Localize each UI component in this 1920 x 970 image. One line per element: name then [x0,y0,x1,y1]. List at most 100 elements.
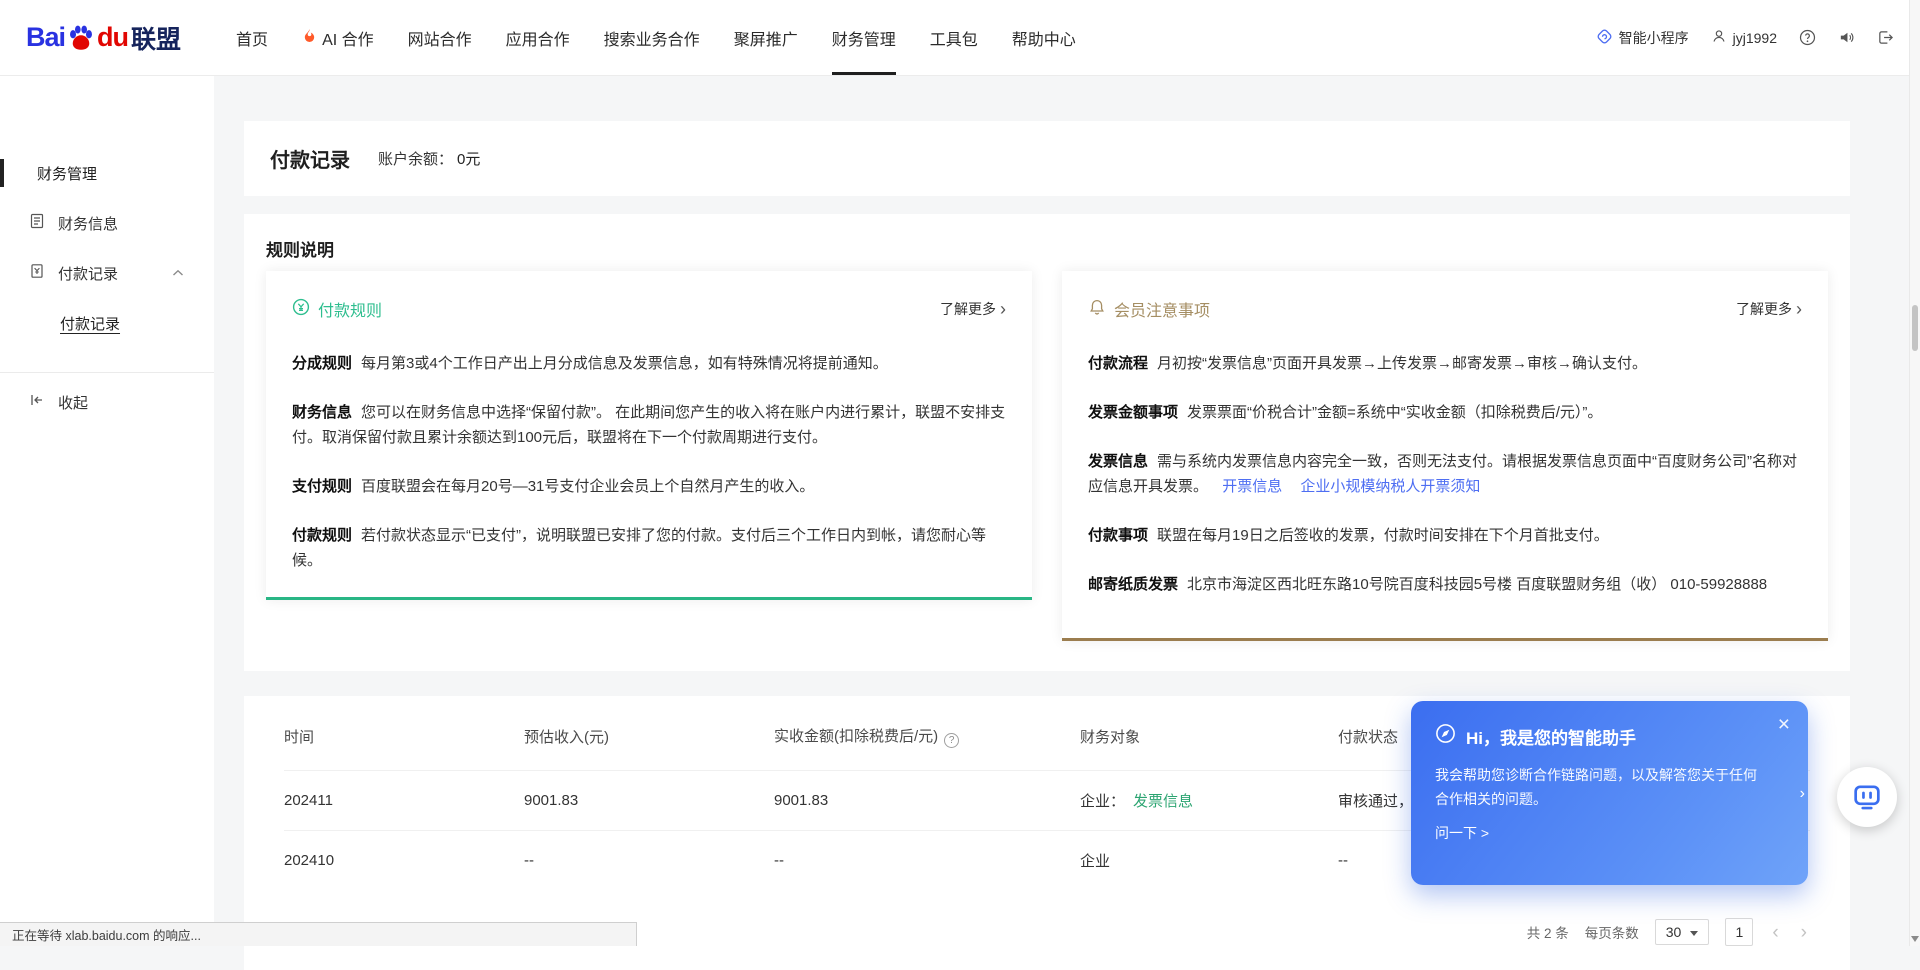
sidebar: 财务管理 财务信息 付款记录 付款记录 收起 [0,76,214,946]
nav-item-toolkit[interactable]: 工具包 [913,0,995,75]
page-number-button[interactable]: 1 [1725,918,1753,946]
cell-estimated: -- [524,830,774,890]
nav-item-search-cooperation[interactable]: 搜索业务合作 [587,0,717,75]
assistant-message: 我会帮助您诊断合作链路问题，以及解答您关于任何合作相关的问题。 [1435,763,1784,811]
rule-item: 支付规则百度联盟会在每月20号—31号支付企业会员上个自然月产生的收入。 [292,474,1006,499]
question-circle-icon[interactable] [944,733,959,748]
cell-entity: 企业 [1080,830,1338,890]
user-account[interactable]: jyj1992 [1711,28,1777,47]
chevron-right-icon [1792,300,1802,318]
nav-item-app-cooperation[interactable]: 应用合作 [489,0,587,75]
speaker-icon[interactable] [1838,29,1855,46]
close-icon[interactable] [1778,713,1790,737]
cell-estimated: 9001.83 [524,770,774,830]
sidebar-item-finance-info[interactable]: 财务信息 [0,198,214,248]
vertical-scrollbar[interactable] [1909,0,1920,946]
sidebar-item-finance-management[interactable]: 财务管理 [0,148,214,198]
baidu-union-logo[interactable]: Bai du 联盟 [26,20,181,56]
page-size-select[interactable]: 30 [1655,919,1710,945]
logo-text-du: du [97,22,128,53]
smart-miniprogram-link[interactable]: 智能小程序 [1596,28,1689,48]
nav-label: 应用合作 [506,26,570,50]
rule-item: 发票信息需与系统内发票信息内容完全一致，否则无法支付。请根据发票信息页面中“百度… [1088,449,1802,499]
nav-label: 工具包 [930,26,978,50]
learn-more-label: 了解更多 [940,299,996,319]
learn-more-link[interactable]: 了解更多 [1736,299,1802,319]
cell-time: 202410 [284,830,524,890]
rules-section-title: 规则说明 [266,236,1828,261]
chevron-down-icon [1690,931,1698,936]
cell-time: 202411 [284,770,524,830]
nav-label: 聚屏推广 [734,26,798,50]
compass-icon [1435,723,1456,749]
rule-item: 邮寄纸质发票北京市海淀区西北旺东路10号院百度科技园5号楼 百度联盟财务组（收）… [1088,572,1802,597]
main-nav: 首页 AI 合作 网站合作 应用合作 搜索业务合作 聚屏推广 财务管理 工具包 … [219,0,1093,75]
next-page-button[interactable] [1798,923,1810,942]
page-header-card: 付款记录 账户余额： 0元 [244,121,1850,196]
assistant-title: Hi，我是您的智能助手 [1466,724,1636,749]
col-time: 时间 [284,704,524,770]
per-page-label: 每页条数 [1585,922,1639,942]
status-text: 正在等待 xlab.baidu.com 的响应... [12,925,201,944]
col-actual-amount: 实收金额(扣除税费后/元) [774,704,1080,770]
finance-info-icon [29,213,45,233]
small-taxpayer-notice-link[interactable]: 企业小规模纳税人开票须知 [1300,478,1480,495]
prev-page-button[interactable] [1769,923,1781,942]
nav-label: 搜索业务合作 [604,26,700,50]
total-count: 共 2 条 [1527,922,1569,942]
rule-item: 付款流程月初按“发票信息”页面开具发票→上传发票→邮寄发票→审核→确认支付。 [1088,351,1802,376]
robot-icon [1850,778,1884,817]
logo-text-union: 联盟 [131,20,181,56]
col-estimated-income: 预估收入(元) [524,704,774,770]
sidebar-label: 收起 [58,392,88,413]
nav-item-home[interactable]: 首页 [219,0,285,75]
logout-icon[interactable] [1877,29,1894,46]
nav-item-help-center[interactable]: 帮助中心 [995,0,1093,75]
user-icon [1711,28,1727,47]
payment-records-icon [29,263,45,283]
rule-item: 付款事项联盟在每月19日之后签收的发票，付款时间安排在下个月首批支付。 [1088,523,1802,548]
browser-status-bar: 正在等待 xlab.baidu.com 的响应... [0,922,637,946]
nav-item-ai-cooperation[interactable]: AI 合作 [285,0,391,75]
assistant-robot-button[interactable] [1837,767,1897,827]
scrollbar-thumb[interactable] [1912,305,1918,351]
username: jyj1992 [1733,30,1777,46]
member-notes-card: 会员注意事项 了解更多 付款流程月初按“发票信息”页面开具发票→上传发票→邮寄发… [1062,271,1828,641]
sidebar-label: 财务管理 [37,163,97,184]
popup-arrow-icon [1800,785,1805,803]
collapse-icon [29,392,45,412]
page-title: 付款记录 [270,144,350,173]
cell-actual: 9001.83 [774,770,1080,830]
baidu-paw-icon [66,23,96,53]
col-finance-entity: 财务对象 [1080,704,1338,770]
sidebar-label: 付款记录 [58,263,118,284]
sidebar-subitem-payment-records[interactable]: 付款记录 [0,298,214,348]
scrollbar-down-arrow[interactable] [1911,936,1919,942]
miniprogram-label: 智能小程序 [1619,28,1689,48]
sidebar-item-payment-records[interactable]: 付款记录 [0,248,214,298]
help-icon[interactable] [1799,29,1816,46]
invoice-info-link[interactable]: 发票信息 [1133,793,1193,810]
invoice-open-info-link[interactable]: 开票信息 [1222,478,1282,495]
chevron-up-icon [172,269,184,277]
nav-item-finance-management[interactable]: 财务管理 [815,0,913,75]
rule-item: 财务信息您可以在财务信息中选择“保留付款”。 在此期间您产生的收入将在账户内进行… [292,400,1006,450]
balance-label: 账户余额： [378,148,453,169]
sidebar-divider [0,372,214,373]
learn-more-link[interactable]: 了解更多 [940,299,1006,319]
nav-label: 帮助中心 [1012,26,1076,50]
balance-value: 0元 [457,148,480,169]
ask-button[interactable]: 问一下 > [1435,823,1489,843]
nav-right-cluster: 智能小程序 jyj1992 [1596,28,1894,48]
nav-label: AI 合作 [322,26,374,50]
payment-rules-card: 付款规则 了解更多 分成规则每月第3或4个工作日产出上月分成信息及发票信息，如有… [266,271,1032,600]
sidebar-collapse-button[interactable]: 收起 [0,377,214,427]
nav-label: 网站合作 [408,26,472,50]
nav-label: 首页 [236,26,268,50]
nav-label: 财务管理 [832,26,896,50]
nav-item-website-cooperation[interactable]: 网站合作 [391,0,489,75]
card-title: 会员注意事项 [1114,297,1210,321]
miniprogram-icon [1596,28,1613,48]
rule-item: 发票金额事项发票票面“价税合计”金额=系统中“实收金额（扣除税费后/元）”。 [1088,400,1802,425]
nav-item-screen-promotion[interactable]: 聚屏推广 [717,0,815,75]
